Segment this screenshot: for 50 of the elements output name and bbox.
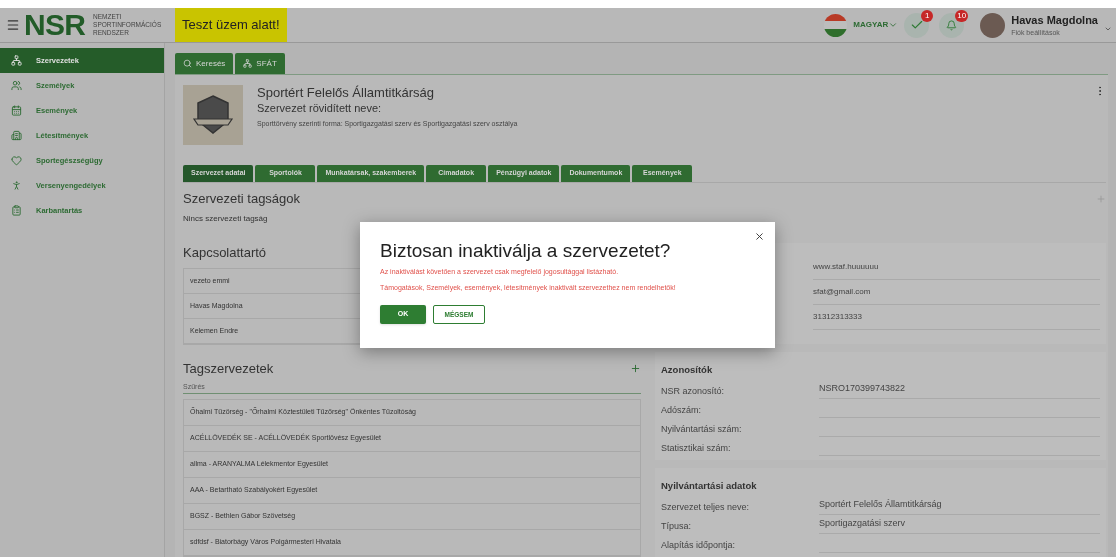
field-label: Alapítás időpontja:: [661, 539, 737, 552]
runner-icon: [11, 180, 22, 191]
short-name-label: Szervezet rövidített neve:: [257, 101, 383, 115]
field-value: www.staf.huuuuuu: [813, 254, 1100, 280]
card-title: Azonosítók: [661, 363, 713, 375]
field-value: sfat@gmail.com: [813, 279, 1100, 305]
dialog-title: Biztosan inaktiválja a szervezetet?: [380, 240, 672, 262]
clipboard-icon: [11, 205, 22, 216]
field-value: NSRO170399743822: [819, 381, 1100, 399]
language-button[interactable]: MAGYAR: [853, 19, 899, 31]
section-title: Szervezeti tagságok: [183, 190, 301, 208]
shield-icon: [192, 93, 234, 137]
card-title: Nyilvántartási adatok: [661, 479, 757, 491]
network-icon: [243, 59, 253, 68]
field-value: 31312313333: [813, 304, 1100, 330]
field-label: Statisztikai szám:: [661, 442, 732, 455]
field-label: Típusa:: [661, 520, 692, 533]
heart-icon: [11, 155, 22, 166]
field-label: Szervezet teljes neve:: [661, 501, 751, 514]
organization-name: Sportért Felelős Államtitkárság: [257, 85, 435, 101]
flag-icon: [824, 13, 848, 37]
count-badge: 10: [955, 9, 969, 22]
bell-icon: [946, 19, 958, 31]
top-tab[interactable]: SFÁT: [235, 53, 285, 74]
field-label: Adószám:: [661, 404, 703, 417]
check-icon: [909, 18, 924, 32]
search-icon: [183, 59, 192, 68]
avatar[interactable]: [980, 12, 1006, 38]
chevron-down-icon: [888, 20, 899, 30]
field-label: Nyilvántartási szám:: [661, 423, 743, 436]
notifications-button[interactable]: 10: [939, 12, 965, 38]
empty-text: Nincs szervezeti tagság: [183, 212, 269, 225]
tasks-button[interactable]: 1: [904, 12, 930, 38]
menu-icon[interactable]: [6, 18, 20, 32]
section-title: Tagszervezetek: [183, 360, 274, 378]
section-title: Kapcsolattartó: [183, 243, 267, 262]
field-value: Sportigazgatási szerv: [819, 516, 1100, 534]
logo: NSR: [24, 10, 86, 40]
people-icon: [11, 80, 22, 91]
add-icon[interactable]: [630, 363, 641, 375]
field-label: NSR azonosító:: [661, 385, 726, 398]
close-icon[interactable]: [754, 231, 765, 242]
field-value: Sportért Felelős Államtitkárság: [819, 497, 1100, 515]
test-banner: Teszt üzem alatt!: [175, 8, 287, 42]
user-name[interactable]: Havas Magdolna: [1011, 11, 1098, 28]
building-icon: [11, 130, 22, 141]
top-tab[interactable]: Keresés: [175, 53, 234, 74]
count-badge: 1: [921, 9, 934, 22]
network-icon: [11, 55, 22, 66]
calendar-icon: [11, 105, 22, 116]
